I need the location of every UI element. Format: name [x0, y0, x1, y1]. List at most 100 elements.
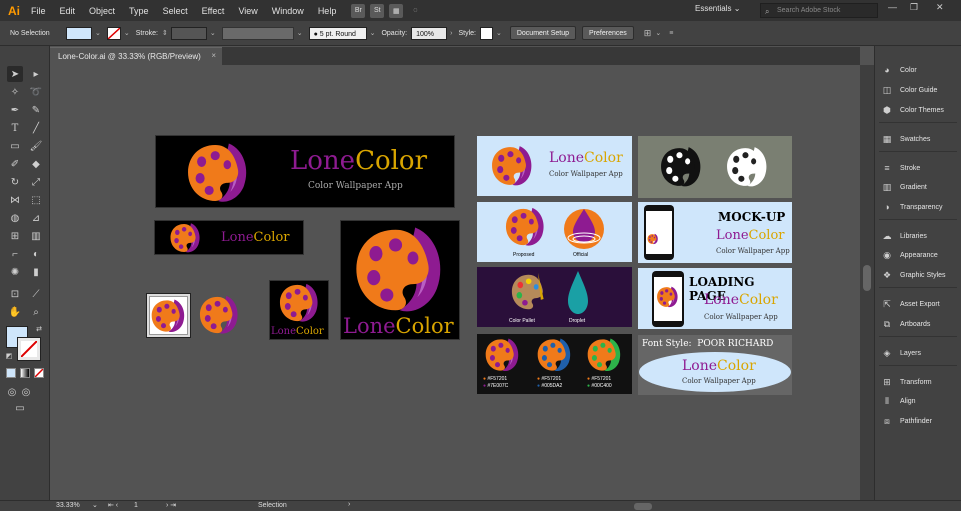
artboard-font-style[interactable]: Font Style: POOR RICHARD LoneColor Color…	[638, 335, 792, 395]
chevron-right-icon[interactable]: ›	[450, 30, 452, 37]
bridge-icon[interactable]: Br	[351, 3, 366, 18]
gradient-mode-icon[interactable]	[20, 368, 30, 378]
panel-graphic-styles[interactable]: ❖ Graphic Styles	[881, 268, 946, 282]
artboard-color-variants[interactable]: ● #F57201 ● #7E007C ● #F57201 ● #005DA2 …	[477, 334, 632, 394]
next-artboard-icon[interactable]: › ⇥	[166, 501, 176, 509]
menu-edit[interactable]: Edit	[53, 6, 83, 16]
stock-icon[interactable]: St	[370, 3, 385, 18]
chevron-down-icon[interactable]: ⌄	[124, 29, 130, 37]
artboard-proposed-official[interactable]: Proposed Official	[477, 202, 632, 262]
variable-width-profile[interactable]	[221, 26, 294, 40]
vertical-scroll-thumb[interactable]	[863, 265, 871, 291]
selection-tool-icon[interactable]: ➤	[7, 66, 23, 82]
menu-file[interactable]: File	[24, 6, 53, 16]
brush-definition-field[interactable]: ● 5 pt. Round	[308, 26, 367, 40]
zoom-level[interactable]: 33.33%	[56, 502, 80, 509]
hand-tool-icon[interactable]: ✋	[7, 304, 23, 320]
draw-behind-icon[interactable]: ◎	[18, 384, 34, 400]
preferences-button[interactable]: Preferences	[582, 26, 634, 40]
panel-color-guide[interactable]: ◫ Color Guide	[881, 83, 938, 97]
fill-swatch[interactable]	[66, 26, 92, 40]
artboard-mono-logos[interactable]	[638, 136, 792, 198]
app-icon-large[interactable]	[146, 293, 191, 338]
panel-pathfinder[interactable]: ⧈ Pathfinder	[881, 414, 932, 428]
artboard-loading-page[interactable]: LOADING PAGE LoneColor Color Wallpaper A…	[638, 268, 792, 329]
chevron-down-icon[interactable]: ⌄	[95, 29, 101, 37]
panel-menu-icon[interactable]: ≡	[669, 30, 673, 37]
perspective-grid-tool-icon[interactable]: ⊿	[28, 210, 44, 226]
artboard-pallet-droplet[interactable]: Color Pallet Droplet	[477, 267, 632, 327]
curvature-tool-icon[interactable]: ✎	[28, 102, 44, 118]
shaper-tool-icon[interactable]: ✐	[7, 156, 23, 172]
eyedropper-tool-icon[interactable]: ⌐	[7, 246, 23, 262]
horizontal-scroll-thumb[interactable]	[634, 503, 652, 510]
panel-artboards[interactable]: ⧉ Artboards	[881, 317, 931, 331]
banner-artboard-large[interactable]: LoneColor Color Wallpaper App	[155, 135, 455, 208]
zoom-tool-icon[interactable]: ⌕	[28, 304, 44, 320]
menu-help[interactable]: Help	[311, 6, 344, 16]
vertical-scrollbar[interactable]	[860, 65, 874, 500]
minimize-icon[interactable]: —	[888, 2, 897, 12]
status-menu-icon[interactable]: ›	[348, 501, 350, 508]
gradient-tool-icon[interactable]: ▥	[28, 228, 44, 244]
symbol-sprayer-tool-icon[interactable]: ✺	[7, 264, 23, 280]
document-tab[interactable]: Lone-Color.ai @ 33.33% (RGB/Preview) ×	[50, 47, 222, 65]
stock-search-input[interactable]: ⌕ Search Adobe Stock	[760, 3, 878, 18]
panel-asset-export[interactable]: ⇱ Asset Export	[881, 297, 939, 311]
menu-view[interactable]: View	[231, 6, 264, 16]
panel-libraries[interactable]: ☁ Libraries	[881, 229, 927, 243]
banner-artboard-small[interactable]: LoneColor	[154, 220, 304, 255]
first-artboard-icon[interactable]: ⇤ ‹	[108, 501, 118, 509]
panel-appearance[interactable]: ◉ Appearance	[881, 248, 938, 262]
panel-transparency[interactable]: ◑ Transparency	[881, 200, 942, 214]
panel-color[interactable]: ◕ Color	[881, 63, 916, 77]
chevron-down-icon[interactable]: ⌄	[210, 29, 216, 37]
canvas[interactable]: LoneColor Color Wallpaper App LoneColor …	[50, 65, 860, 500]
slice-tool-icon[interactable]: ⟋	[28, 286, 44, 302]
column-graph-tool-icon[interactable]: ▮	[28, 264, 44, 280]
stroke-swatch[interactable]	[106, 26, 121, 40]
menu-effect[interactable]: Effect	[195, 6, 232, 16]
free-transform-tool-icon[interactable]: ⬚	[28, 192, 44, 208]
chevron-down-icon[interactable]: ⌄	[655, 29, 661, 37]
blend-tool-icon[interactable]: ◐	[28, 246, 44, 262]
artboard-light-banner[interactable]: LoneColor Color Wallpaper App	[477, 136, 632, 196]
restore-icon[interactable]: ❐	[910, 2, 918, 13]
screen-mode-icon[interactable]: ▭	[12, 400, 28, 416]
panel-swatches[interactable]: ▦ Swatches	[881, 132, 931, 146]
default-fill-stroke-icon[interactable]: ◩	[4, 351, 14, 361]
close-icon[interactable]: ✕	[936, 2, 944, 13]
lasso-tool-icon[interactable]: ➰	[28, 84, 44, 100]
mesh-tool-icon[interactable]: ⊞	[7, 228, 23, 244]
square-logo-artboard[interactable]: LoneColor	[340, 220, 460, 340]
artboard-mockup[interactable]: MOCK-UP LoneColor Color Wallpaper App	[638, 202, 792, 263]
stroke-weight-field[interactable]	[170, 26, 207, 40]
menu-type[interactable]: Type	[122, 6, 156, 16]
panel-layers[interactable]: ◈ Layers	[881, 346, 921, 360]
panel-stroke[interactable]: ≡ Stroke	[881, 161, 920, 175]
width-tool-icon[interactable]: ⋈	[7, 192, 23, 208]
none-mode-icon[interactable]	[34, 368, 44, 378]
type-tool-icon[interactable]: T	[7, 120, 23, 136]
line-tool-icon[interactable]: ╱	[28, 120, 44, 136]
small-square-logo-artboard[interactable]: LoneColor	[269, 280, 329, 340]
pen-tool-icon[interactable]: ✒	[7, 102, 23, 118]
shape-builder-tool-icon[interactable]: ◍	[7, 210, 23, 226]
panel-gradient[interactable]: ▥ Gradient	[881, 180, 927, 194]
stroke-color-box[interactable]	[17, 337, 41, 361]
gpu-performance-icon[interactable]: ◌	[408, 4, 422, 18]
menu-object[interactable]: Object	[82, 6, 122, 16]
chevron-down-icon[interactable]: ⌄	[370, 29, 376, 37]
paintbrush-tool-icon[interactable]: 🖌	[28, 138, 44, 154]
close-tab-icon[interactable]: ×	[211, 51, 216, 60]
document-setup-button[interactable]: Document Setup	[509, 26, 577, 40]
chevron-down-icon[interactable]: ⌄	[496, 29, 502, 37]
eraser-tool-icon[interactable]: ◆	[28, 156, 44, 172]
artboard-tool-icon[interactable]: ⊡	[7, 286, 23, 302]
rotate-tool-icon[interactable]: ↻	[7, 174, 23, 190]
direct-selection-tool-icon[interactable]: ▸	[28, 66, 44, 82]
chevron-down-icon[interactable]: ⌄	[92, 501, 98, 509]
panel-color-themes[interactable]: ⬢ Color Themes	[881, 103, 944, 117]
arrange-documents-icon[interactable]: ▦	[389, 3, 404, 18]
workspace-switcher[interactable]: Essentials ⌄	[695, 4, 740, 13]
